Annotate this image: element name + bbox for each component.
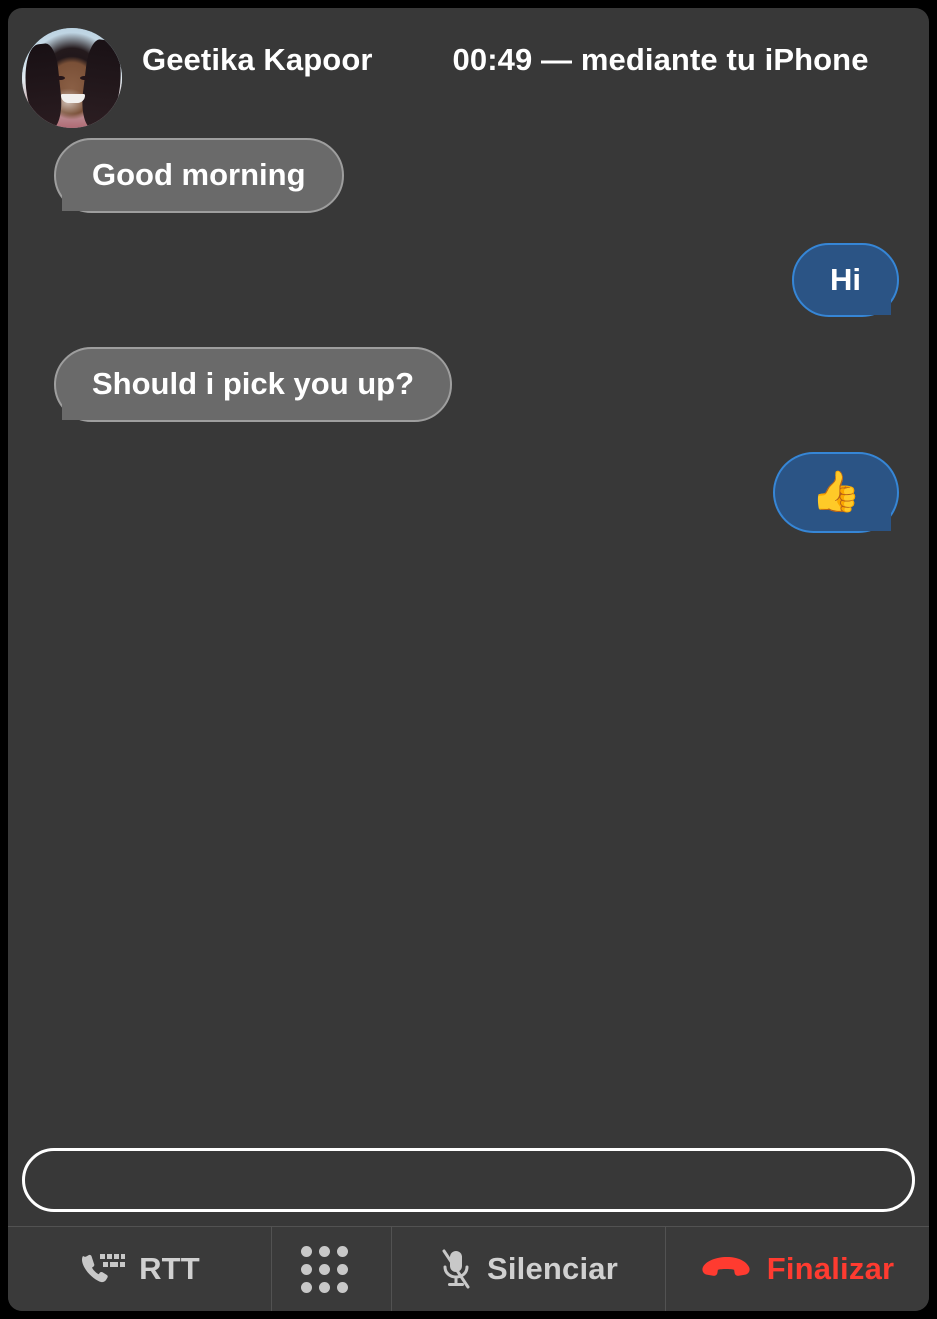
rtt-call-window: Geetika Kapoor 00:49 — mediante tu iPhon…	[8, 8, 929, 1311]
end-call-button[interactable]: Finalizar	[666, 1227, 929, 1311]
contact-name: Geetika Kapoor	[142, 42, 373, 77]
keypad-button[interactable]	[272, 1227, 392, 1311]
message-row: 👍	[22, 452, 915, 533]
composer-area	[8, 1148, 929, 1226]
message-bubble-incoming: Good morning	[54, 138, 344, 213]
phone-keyboard-icon	[79, 1251, 126, 1287]
call-status: 00:49 — mediante tu iPhone	[452, 42, 869, 77]
message-bubble-outgoing: 👍	[773, 452, 899, 533]
avatar-eye-right	[80, 76, 89, 80]
end-call-button-label: Finalizar	[766, 1251, 895, 1286]
message-text: Good morning	[92, 157, 306, 192]
rtt-transcript: Good morning Hi Should i pick you up? 👍	[8, 128, 929, 1148]
call-toolbar: RTT Silenciar Finalizar	[8, 1226, 929, 1311]
microphone-muted-icon	[439, 1248, 473, 1290]
message-bubble-incoming: Should i pick you up?	[54, 347, 453, 423]
rtt-button[interactable]: RTT	[8, 1227, 272, 1311]
mute-button[interactable]: Silenciar	[392, 1227, 666, 1311]
call-header: Geetika Kapoor 00:49 — mediante tu iPhon…	[8, 8, 929, 128]
avatar	[22, 28, 122, 128]
message-row: Hi	[22, 242, 915, 318]
rtt-button-label: RTT	[139, 1251, 200, 1286]
avatar-smile	[61, 94, 85, 103]
message-text: Should i pick you up?	[92, 366, 415, 402]
end-call-icon	[701, 1255, 753, 1283]
rtt-message-input[interactable]	[22, 1148, 915, 1212]
message-row: Good morning	[22, 138, 915, 213]
message-emoji-thumbsup: 👍	[811, 470, 861, 515]
message-bubble-outgoing: Hi	[792, 242, 899, 318]
keypad-icon	[301, 1245, 348, 1293]
mute-button-label: Silenciar	[486, 1251, 619, 1286]
avatar-eye-left	[56, 76, 65, 80]
message-text: Hi	[830, 261, 861, 297]
message-row: Should i pick you up?	[22, 347, 915, 423]
